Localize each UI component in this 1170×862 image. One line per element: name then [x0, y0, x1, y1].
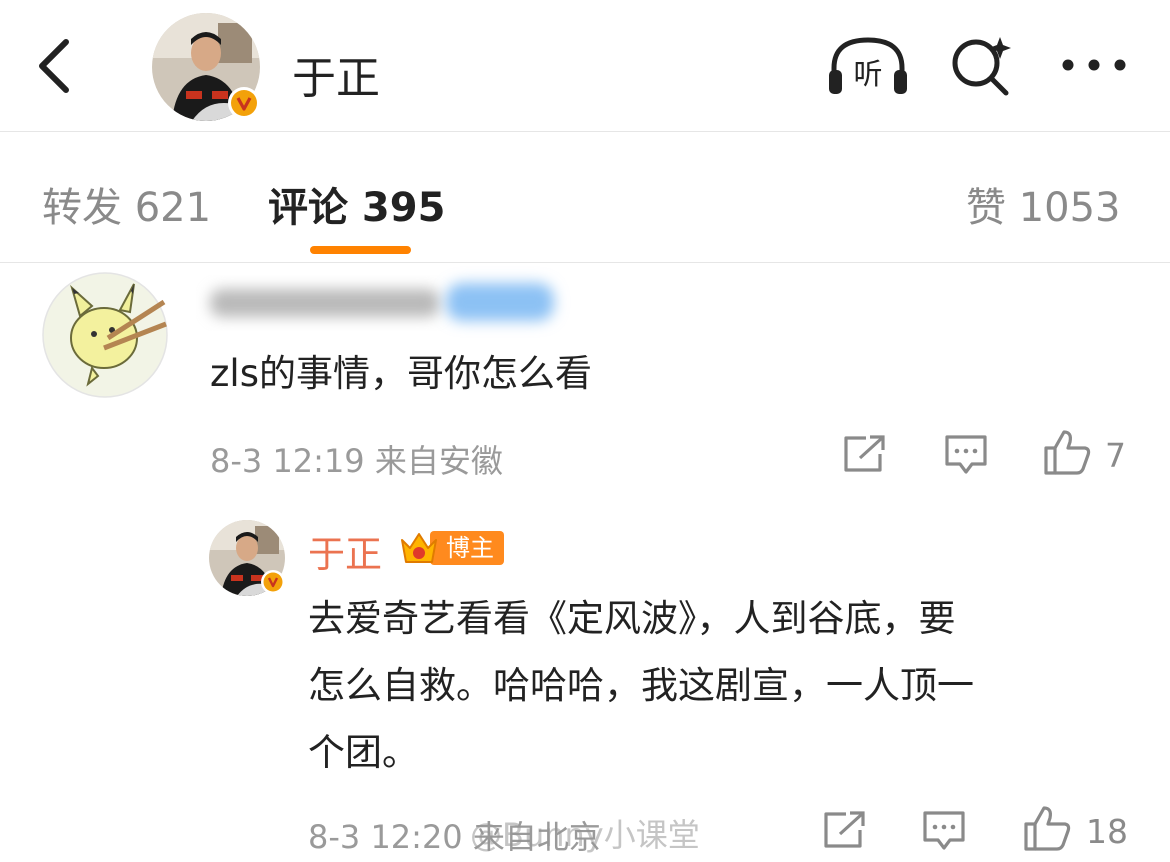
tab-likes[interactable]: 赞 1053 [966, 175, 1121, 233]
comment-like-count: 7 [1105, 436, 1126, 475]
search-icon[interactable] [948, 34, 1014, 98]
reply-comment-icon[interactable] [922, 810, 966, 852]
author-avatar[interactable] [152, 13, 260, 121]
crown-icon [401, 533, 437, 563]
comment-icon[interactable] [944, 434, 988, 476]
reply-author-avatar[interactable] [209, 520, 285, 596]
tab-repost[interactable]: 转发 621 [42, 175, 211, 233]
reply-text-line: 个团。 [308, 731, 419, 774]
watermark: @Bunny小课堂 [470, 816, 700, 854]
repost-icon[interactable] [842, 434, 888, 474]
blogger-badge: 博主 [430, 531, 504, 565]
more-icon[interactable] [1058, 50, 1130, 80]
tab-comments[interactable]: 评论 395 [268, 175, 445, 233]
comment-text: zls的事情，哥你怎么看 [210, 352, 592, 395]
listen-label: 听 [853, 57, 882, 91]
commenter-avatar[interactable] [42, 272, 168, 398]
reply-repost-icon[interactable] [822, 810, 868, 850]
tab-bar: 转发 621 评论 395 赞 1053 [0, 133, 1170, 263]
reply-text-line: 怎么自救。哈哈哈，我这剧宣，一人顶一 [308, 664, 974, 707]
back-chevron-icon[interactable] [28, 30, 88, 102]
reply-like-count: 18 [1086, 812, 1128, 851]
comment-meta: 8-3 12:19 来自安徽 [210, 442, 503, 480]
commenter-name-blurred [210, 283, 554, 321]
listen-headphones-icon[interactable]: 听 [826, 34, 910, 98]
reply-text-line: 去爱奇艺看看《定风波》，人到谷底，要 [308, 597, 956, 640]
reply-author-name[interactable]: 于正 [308, 524, 382, 578]
top-bar: 于正 听 [0, 0, 1170, 132]
reply-text: 去爱奇艺看看《定风波》，人到谷底，要 怎么自救。哈哈哈，我这剧宣，一人顶一 个团… [308, 585, 1108, 786]
active-tab-indicator [310, 246, 411, 254]
reply-like-icon[interactable] [1022, 804, 1072, 852]
like-icon[interactable] [1042, 428, 1092, 476]
page-title: 于正 [292, 53, 380, 104]
